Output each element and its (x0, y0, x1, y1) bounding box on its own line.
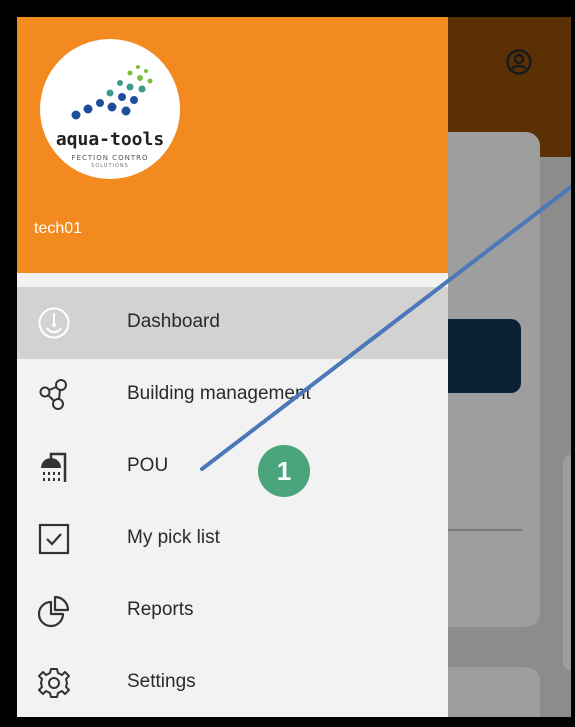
menu-item-dashboard[interactable]: Dashboard (17, 287, 448, 359)
menu-item-label: My pick list (127, 527, 220, 548)
logo-text: aqua-tools (55, 129, 165, 150)
menu-item-label: Dashboard (127, 311, 220, 332)
logo-dots-icon (71, 65, 153, 120)
menu-item-building-management[interactable]: Building management (17, 359, 448, 431)
menu-item-label: Building management (127, 383, 311, 404)
username: tech01 (34, 220, 83, 237)
background-side-card (563, 455, 571, 670)
navigation-drawer: aqua-tools FECTION CONTRO SOLUTIONS tech… (17, 17, 448, 717)
app-screen: aqua-tools FECTION CONTRO SOLUTIONS tech… (17, 17, 571, 717)
step-badge: 1 (258, 445, 310, 497)
menu-item-reports[interactable]: Reports (17, 575, 448, 647)
checkbox-icon (38, 523, 70, 555)
menu-item-settings[interactable]: Settings (17, 647, 448, 717)
dashboard-icon (38, 307, 70, 339)
aqua-tools-logo: aqua-tools FECTION CONTRO SOLUTIONS (40, 39, 180, 179)
gear-icon (38, 668, 70, 698)
account-icon[interactable] (506, 49, 532, 75)
menu-item-my-pick-list[interactable]: My pick list (17, 503, 448, 575)
menu-item-label: Reports (127, 599, 194, 620)
logo-tagline-2: SOLUTIONS (91, 163, 129, 169)
building-network-icon (39, 379, 67, 410)
drawer-header: aqua-tools FECTION CONTRO SOLUTIONS tech… (17, 17, 448, 273)
logo-tagline: FECTION CONTRO (71, 154, 149, 162)
shower-icon (41, 452, 67, 482)
pie-chart-icon (37, 595, 70, 628)
menu-item-pou[interactable]: POU (17, 431, 448, 503)
menu-item-label: Settings (127, 671, 196, 692)
menu-item-label: POU (127, 455, 169, 476)
